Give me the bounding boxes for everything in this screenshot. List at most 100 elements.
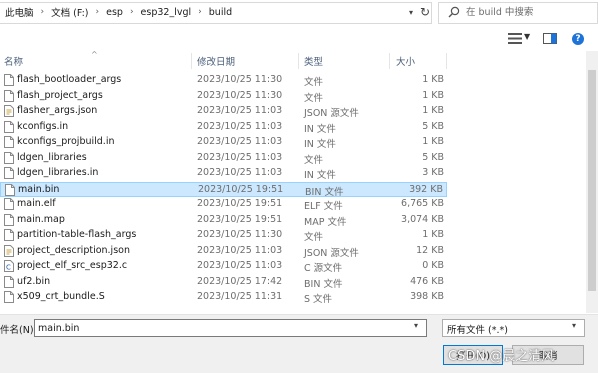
details-view-icon[interactable] [508,33,522,44]
file-name: uf2.bin [17,276,51,287]
file-name: x509_crt_bundle.S [17,291,105,302]
search-input[interactable] [466,3,592,21]
file-icon [4,198,14,210]
file-size: 476 KB [410,276,444,287]
file-name: project_description.json [17,245,130,256]
breadcrumb-drive-f[interactable]: 文档 (F:) [48,5,91,19]
file-name: kconfigs.in [17,121,69,132]
file-type: MAP 文件 [304,217,347,228]
file-type: 文件 [304,232,324,243]
file-date: 2023/10/25 11:30 [197,90,283,101]
breadcrumb-esp32-lvgl[interactable]: esp32_lvgl [138,7,195,18]
preview-pane-icon[interactable] [543,33,557,44]
filename-dropdown-icon[interactable]: ▾ [414,321,418,330]
file-name: flasher_args.json [17,105,98,116]
file-row[interactable]: kconfigs_projbuild.in 2023/10/25 11:03 IN … [0,135,447,150]
file-row[interactable]: ldgen_libraries.in 2023/10/25 11:03 IN 文件 3… [0,166,447,181]
file-type: S 文件 [304,294,333,305]
file-size: 6,765 KB [401,198,444,209]
scrollbar-thumb[interactable] [588,70,596,291]
file-size: 398 KB [410,291,444,302]
column-size[interactable]: 大小 [396,51,415,71]
file-name: project_elf_src_esp32.c [17,260,128,271]
file-row[interactable]: partition-table-flash_args 2023/10/25 11:… [0,228,447,243]
column-divider[interactable] [191,53,192,69]
file-row[interactable]: main.elf 2023/10/25 19:51 ELF 文件 6,765 KB [0,197,447,212]
chevron-right-icon[interactable]: › [37,7,49,17]
file-type-dropdown-icon[interactable]: ▾ [572,321,576,330]
column-divider[interactable] [298,53,299,69]
file-type: BIN 文件 [304,279,343,290]
file-row[interactable]: main.map 2023/10/25 19:51 MAP 文件 3,074 KB [0,213,447,228]
svg-text:C: C [6,264,11,272]
file-icon [4,229,14,241]
file-type: JSON 源文件 [304,248,359,259]
breadcrumb-this-pc[interactable]: 此电脑 [2,5,37,19]
file-row[interactable]: flasher_args.json 2023/10/25 11:03 JSON 源文… [0,104,447,119]
column-date[interactable]: 修改日期 [197,51,235,71]
file-icon [4,74,14,86]
file-icon [5,184,15,196]
file-type: IN 文件 [304,124,336,135]
help-icon[interactable]: ? [572,33,584,45]
chevron-right-icon[interactable]: › [92,7,104,17]
file-size: 1 KB [422,229,444,240]
file-type: 文件 [304,155,324,166]
file-size: 3 KB [422,167,444,178]
file-date: 2023/10/25 11:03 [197,105,283,116]
file-type: IN 文件 [304,139,336,150]
file-date: 2023/10/25 19:51 [197,214,283,225]
chevron-right-icon[interactable]: › [194,7,206,17]
file-date: 2023/10/25 11:30 [197,229,283,240]
refresh-icon[interactable]: ↻ [417,3,433,21]
column-divider[interactable] [446,53,447,69]
file-type: BIN 文件 [305,187,344,198]
file-type-value: 所有文件 (*.*) [447,325,508,336]
file-name: main.elf [17,198,56,209]
file-date: 2023/10/25 11:31 [197,291,283,302]
file-row[interactable]: x509_crt_bundle.S 2023/10/25 11:31 S 文件 398… [0,290,447,305]
file-row[interactable]: Cproject_elf_src_esp32.c 2023/10/25 11:03… [0,259,447,274]
filename-input[interactable] [34,319,427,337]
file-name: flash_bootloader_args [17,74,122,85]
file-row[interactable]: kconfigs.in 2023/10/25 11:03 IN 文件 5 KB [0,120,447,135]
breadcrumb-build[interactable]: build [206,7,235,18]
file-size: 3,074 KB [401,214,444,225]
file-size: 1 KB [422,105,444,116]
search-icon [448,6,460,18]
file-type: 文件 [304,77,324,88]
file-size: 392 KB [409,184,443,195]
column-divider[interactable] [389,53,390,69]
file-size: 1 KB [422,90,444,101]
file-type: 文件 [304,93,324,104]
file-date: 2023/10/25 11:03 [197,121,283,132]
file-row[interactable]: uf2.bin 2023/10/25 17:42 BIN 文件 476 KB [0,275,447,290]
chevron-right-icon[interactable]: › [126,7,138,17]
breadcrumb-esp[interactable]: esp [103,7,126,18]
view-dropdown-icon[interactable]: ▼ [524,32,530,41]
file-row[interactable]: ldgen_libraries 2023/10/25 11:03 文件 5 KB [0,151,447,166]
watermark: CSDN @晨之清风 [448,349,555,364]
file-name: main.map [17,214,65,225]
file-row[interactable]: project_description.json 2023/10/25 11:03… [0,244,447,259]
file-name: kconfigs_projbuild.in [17,136,115,147]
file-date: 2023/10/25 11:03 [197,260,283,271]
file-size: 12 KB [416,245,444,256]
file-icon [4,90,14,102]
file-name: partition-table-flash_args [17,229,137,240]
file-row[interactable]: flash_bootloader_args 2023/10/25 11:30 文件 1… [0,73,447,88]
column-type[interactable]: 类型 [304,51,323,71]
file-date: 2023/10/25 11:03 [197,167,283,178]
column-name[interactable]: 名称 [4,51,23,71]
file-row[interactable]: flash_project_args 2023/10/25 11:30 文件 1 KB [0,89,447,104]
file-size: 0 KB [422,260,444,271]
file-date: 2023/10/25 11:30 [197,74,283,85]
file-size: 1 KB [422,136,444,147]
file-date: 2023/10/25 19:51 [197,198,283,209]
file-icon [4,136,14,148]
source-file-icon [4,105,14,117]
file-icon [4,214,14,226]
file-name: flash_project_args [17,90,103,101]
address-dropdown-icon[interactable]: ▾ [404,3,418,21]
file-row[interactable]: main.bin 2023/10/25 19:51 BIN 文件 392 KB [0,182,447,198]
